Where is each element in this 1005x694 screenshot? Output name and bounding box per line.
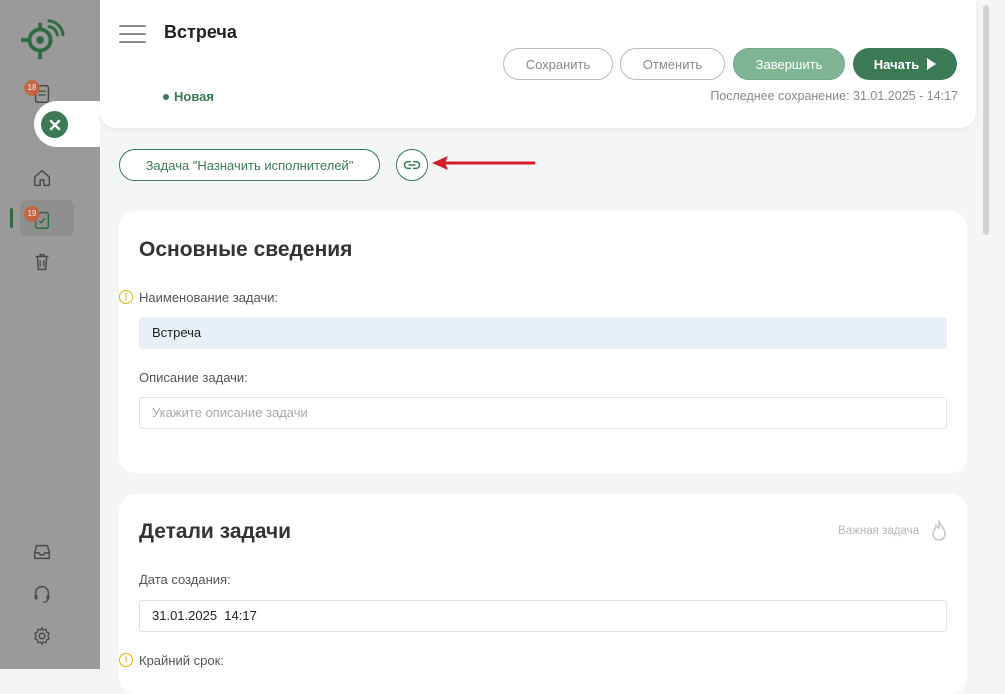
last-saved-text: Последнее сохранение: 31.01.2025 - 14:17	[710, 89, 958, 103]
flame-icon[interactable]	[929, 520, 949, 542]
hamburger-menu-icon[interactable]	[119, 25, 146, 43]
status-label: Новая	[174, 89, 214, 104]
scrollbar-thumb[interactable]	[983, 5, 989, 235]
logo-icon[interactable]	[18, 16, 66, 64]
close-icon	[49, 119, 60, 130]
cancel-button[interactable]: Отменить	[620, 48, 725, 80]
save-button[interactable]: Сохранить	[503, 48, 613, 80]
required-warning-icon: !	[119, 653, 133, 667]
task-name-label: Наименование задачи:	[139, 290, 279, 305]
parent-task-chip[interactable]: Задача "Назначить исполнителей"	[119, 149, 380, 181]
status-badge: Новая	[163, 89, 214, 104]
close-sidebar-button[interactable]	[41, 111, 68, 138]
creation-date-label: Дата создания:	[139, 572, 231, 587]
important-task-label: Важная задача	[838, 525, 919, 537]
finish-button[interactable]: Завершить	[733, 48, 845, 80]
tasks-badge: 19	[24, 206, 40, 222]
basic-info-card: Основные сведения ! Наименование задачи:…	[119, 211, 967, 473]
task-details-card: Детали задачи Важная задача Дата создани…	[119, 494, 967, 694]
settings-icon[interactable]	[30, 624, 54, 648]
status-dot-icon	[163, 93, 169, 100]
required-warning-icon: !	[119, 290, 133, 304]
home-icon[interactable]	[30, 166, 54, 190]
link-button[interactable]	[396, 149, 428, 181]
red-arrow-annotation-icon	[432, 156, 536, 170]
creation-date-input[interactable]: 31.01.2025 14:17	[139, 600, 947, 632]
task-name-input[interactable]: Встреча	[139, 317, 947, 349]
header-card: Встреча Новая Последнее сохранение: 31.0…	[100, 0, 976, 128]
play-icon	[927, 58, 937, 70]
documents-badge: 18	[24, 80, 40, 96]
deadline-label: Крайний срок:	[139, 653, 224, 668]
start-button[interactable]: Начать	[853, 48, 957, 80]
task-description-label: Описание задачи:	[139, 370, 248, 385]
start-button-label: Начать	[873, 56, 920, 72]
trash-icon[interactable]	[30, 250, 54, 274]
basic-info-title: Основные сведения	[139, 238, 353, 261]
page-title: Встреча	[164, 22, 237, 42]
support-icon[interactable]	[30, 582, 54, 606]
link-icon	[403, 160, 421, 170]
inbox-icon[interactable]	[30, 540, 54, 564]
sidebar-active-indicator	[10, 208, 13, 228]
task-details-title: Детали задачи	[139, 520, 292, 543]
task-description-input[interactable]: Укажите описание задачи	[139, 397, 947, 429]
